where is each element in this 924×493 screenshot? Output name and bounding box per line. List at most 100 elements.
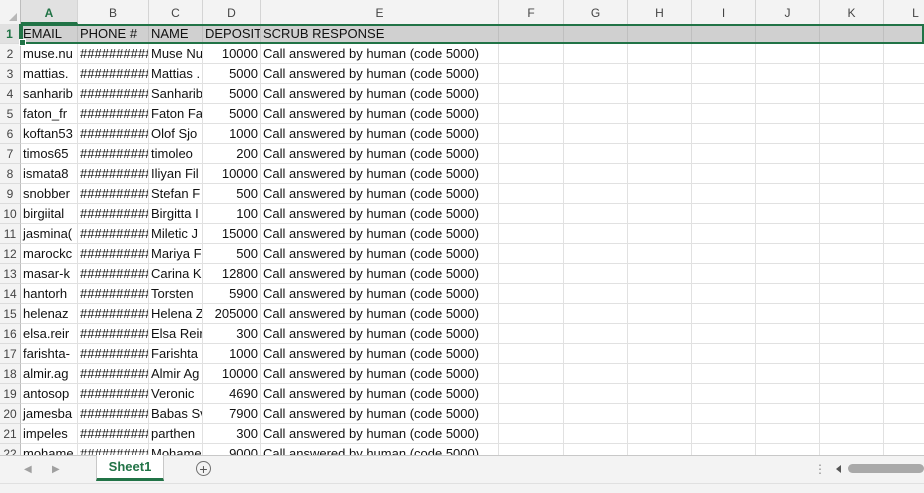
- cell[interactable]: [692, 404, 756, 424]
- cell[interactable]: [756, 304, 820, 324]
- cell[interactable]: [820, 24, 884, 44]
- row-header[interactable]: 15: [0, 304, 21, 324]
- response-cell[interactable]: Call answered by human (code 5000): [261, 244, 499, 264]
- cell[interactable]: [692, 204, 756, 224]
- name-cell[interactable]: Mattias .: [149, 64, 203, 84]
- cell[interactable]: [884, 404, 924, 424]
- phone-cell[interactable]: ##########: [78, 364, 149, 384]
- cell[interactable]: [564, 424, 628, 444]
- column-header-g[interactable]: G: [564, 0, 628, 24]
- phone-cell[interactable]: ##########: [78, 124, 149, 144]
- deposit-cell[interactable]: 205000: [203, 304, 261, 324]
- cell[interactable]: [756, 244, 820, 264]
- next-sheet-icon[interactable]: ▶: [52, 464, 60, 475]
- cell[interactable]: [820, 284, 884, 304]
- row-header[interactable]: 9: [0, 184, 21, 204]
- deposit-cell[interactable]: 100: [203, 204, 261, 224]
- name-cell[interactable]: Mariya F: [149, 244, 203, 264]
- cell[interactable]: [756, 124, 820, 144]
- phone-cell[interactable]: ##########: [78, 284, 149, 304]
- cell[interactable]: [564, 304, 628, 324]
- cell[interactable]: [820, 444, 884, 455]
- response-cell[interactable]: Call answered by human (code 5000): [261, 44, 499, 64]
- scroll-left-arrow-icon[interactable]: [836, 465, 841, 473]
- deposit-cell[interactable]: 200: [203, 144, 261, 164]
- horizontal-scrollbar[interactable]: [836, 462, 924, 476]
- cell[interactable]: [628, 144, 692, 164]
- row-header[interactable]: 21: [0, 424, 21, 444]
- cell[interactable]: [499, 324, 564, 344]
- cell[interactable]: [884, 144, 924, 164]
- email-cell[interactable]: snobber: [21, 184, 78, 204]
- cell[interactable]: [756, 64, 820, 84]
- cell[interactable]: [756, 104, 820, 124]
- cell[interactable]: [884, 324, 924, 344]
- cell[interactable]: [820, 404, 884, 424]
- cell[interactable]: [564, 44, 628, 64]
- horizontal-scroll-thumb[interactable]: [848, 464, 924, 473]
- spreadsheet-grid[interactable]: ABCDEFGHIJKL 1 2 3 4 5 6 7 8 9 10 11 12 13 14 15 16 17 18…: [0, 0, 924, 455]
- cell[interactable]: [564, 184, 628, 204]
- cell[interactable]: [564, 64, 628, 84]
- phone-cell[interactable]: ##########: [78, 404, 149, 424]
- name-cell[interactable]: Helena Z: [149, 304, 203, 324]
- column-header-f[interactable]: F: [499, 0, 564, 24]
- cell[interactable]: [884, 184, 924, 204]
- cell[interactable]: [499, 124, 564, 144]
- cell[interactable]: [756, 164, 820, 184]
- cell[interactable]: [756, 284, 820, 304]
- cell[interactable]: [756, 364, 820, 384]
- cell[interactable]: [692, 264, 756, 284]
- cell[interactable]: [628, 444, 692, 455]
- row-header[interactable]: 20: [0, 404, 21, 424]
- cell[interactable]: [499, 224, 564, 244]
- cell[interactable]: [756, 324, 820, 344]
- cell[interactable]: [884, 344, 924, 364]
- phone-cell[interactable]: ##########: [78, 424, 149, 444]
- cell[interactable]: [628, 344, 692, 364]
- row-header[interactable]: 3: [0, 64, 21, 84]
- cell[interactable]: [884, 384, 924, 404]
- response-cell[interactable]: Call answered by human (code 5000): [261, 104, 499, 124]
- cell[interactable]: [499, 144, 564, 164]
- deposit-cell[interactable]: 1000: [203, 124, 261, 144]
- response-cell[interactable]: Call answered by human (code 5000): [261, 64, 499, 84]
- cell[interactable]: [628, 124, 692, 144]
- deposit-cell[interactable]: 1000: [203, 344, 261, 364]
- phone-cell[interactable]: ##########: [78, 164, 149, 184]
- cell[interactable]: [628, 284, 692, 304]
- cell[interactable]: [756, 404, 820, 424]
- cell[interactable]: [884, 124, 924, 144]
- cell[interactable]: [499, 44, 564, 64]
- response-cell[interactable]: Call answered by human (code 5000): [261, 84, 499, 104]
- cell[interactable]: [564, 384, 628, 404]
- cell[interactable]: [884, 284, 924, 304]
- name-cell[interactable]: Carina K: [149, 264, 203, 284]
- column-header-i[interactable]: I: [692, 0, 756, 24]
- phone-cell[interactable]: ##########: [78, 444, 149, 455]
- cell[interactable]: [756, 444, 820, 455]
- response-cell[interactable]: Call answered by human (code 5000): [261, 264, 499, 284]
- cell[interactable]: [692, 184, 756, 204]
- cell[interactable]: [820, 124, 884, 144]
- response-cell[interactable]: Call answered by human (code 5000): [261, 364, 499, 384]
- deposit-cell[interactable]: 5900: [203, 284, 261, 304]
- cell[interactable]: [884, 244, 924, 264]
- cell[interactable]: [499, 344, 564, 364]
- cell[interactable]: [564, 344, 628, 364]
- add-sheet-icon[interactable]: +: [196, 461, 211, 476]
- email-cell[interactable]: almir.ag: [21, 364, 78, 384]
- column-header-e[interactable]: E: [261, 0, 499, 24]
- name-cell[interactable]: Farishta: [149, 344, 203, 364]
- column-header-k[interactable]: K: [820, 0, 884, 24]
- cell[interactable]: [820, 144, 884, 164]
- cell[interactable]: [499, 284, 564, 304]
- cell[interactable]: [499, 424, 564, 444]
- column-header-j[interactable]: J: [756, 0, 820, 24]
- cell[interactable]: [692, 84, 756, 104]
- phone-cell[interactable]: ##########: [78, 244, 149, 264]
- name-cell[interactable]: timoleo: [149, 144, 203, 164]
- phone-cell[interactable]: ##########: [78, 224, 149, 244]
- deposit-cell[interactable]: 9000: [203, 444, 261, 455]
- row-header[interactable]: 13: [0, 264, 21, 284]
